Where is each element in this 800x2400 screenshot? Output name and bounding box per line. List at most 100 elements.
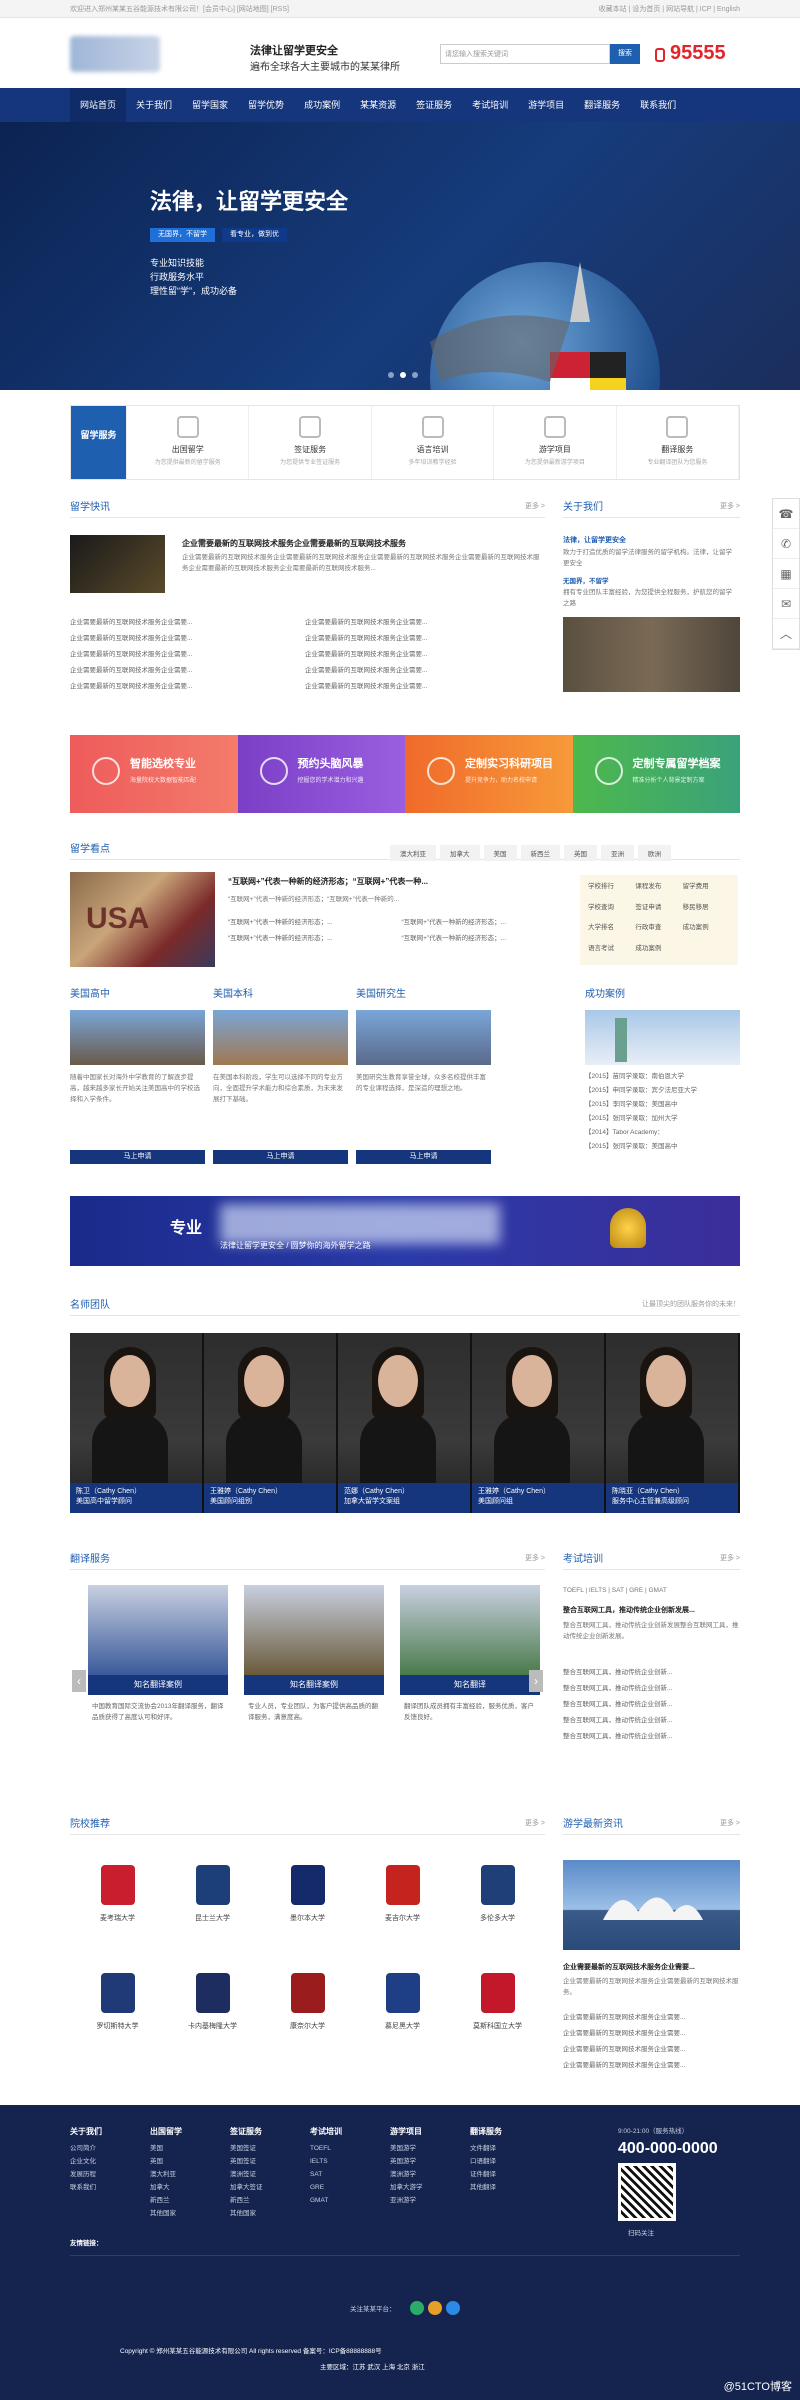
focus-image[interactable]: USA — [70, 872, 215, 967]
latest-photo[interactable] — [563, 1860, 740, 1950]
footer-link[interactable]: 美国签证 — [230, 2142, 263, 2155]
message-icon[interactable]: ✉ — [773, 589, 799, 619]
nav-item[interactable]: 考试培训 — [462, 88, 518, 122]
news-headline[interactable]: 企业需要最新的互联网技术服务企业需要最新的互联网技术服务 — [182, 538, 542, 549]
focus-tag[interactable]: 行政审查 — [635, 920, 682, 941]
footer-link[interactable]: GRE — [310, 2181, 342, 2194]
more-link[interactable]: 更多 > — [525, 1553, 545, 1563]
nav-item[interactable]: 留学国家 — [182, 88, 238, 122]
list-item[interactable]: 整合互联网工具，推动传统企业创新... — [563, 1681, 740, 1697]
focus-headline[interactable]: “互联网+”代表一种新的经济形态；“互联网+”代表一种... — [228, 876, 568, 887]
list-item[interactable]: 企业需要最新的互联网技术服务企业需要... — [70, 647, 300, 663]
focus-tag[interactable]: 成功案例 — [683, 920, 730, 941]
nav-item[interactable]: 游学项目 — [518, 88, 574, 122]
teacher-card[interactable]: 王雅婷（Cathy Chen） 美国顾问组别 — [204, 1333, 338, 1513]
service-main[interactable]: 留学服务 — [71, 406, 127, 479]
list-item[interactable]: 企业需要最新的互联网技术服务企业需要... — [563, 2058, 740, 2074]
list-item[interactable]: 企业需要最新的互联网技术服务企业需要... — [70, 615, 300, 631]
footer-link[interactable]: 英国 — [150, 2155, 182, 2168]
nav-item[interactable]: 关于我们 — [126, 88, 182, 122]
nav-item[interactable]: 成功案例 — [294, 88, 350, 122]
next-arrow-icon[interactable]: › — [529, 1670, 543, 1692]
footer-link[interactable]: 加拿大 — [150, 2181, 182, 2194]
list-item[interactable]: 企业需要最新的互联网技术服务企业需要... — [563, 2026, 740, 2042]
footer-link[interactable]: 口语翻译 — [470, 2155, 502, 2168]
country-tab[interactable]: 欧洲 — [638, 845, 671, 861]
footer-link[interactable]: 美国游学 — [390, 2142, 423, 2155]
footer-link[interactable]: 新西兰 — [150, 2194, 182, 2207]
translation-item[interactable]: 知名翻译案例 专业人员，专业团队，为客户提供高品质的翻译服务，满意度高。 — [244, 1585, 384, 1729]
more-link[interactable]: 更多 > — [525, 501, 545, 511]
list-item[interactable]: 【2015】李同学录取：美国高中 — [585, 1098, 740, 1112]
country-tab[interactable]: 英国 — [564, 845, 597, 861]
feature-card[interactable]: 智能选校专业 海量院校大数据智能匹配 — [70, 735, 238, 813]
more-link[interactable]: 更多 > — [720, 501, 740, 511]
apply-button[interactable]: 马上申请 — [70, 1150, 205, 1164]
nav-item[interactable]: 翻译服务 — [574, 88, 630, 122]
exam-headline[interactable]: 整合互联网工具，推动传统企业创新发展... — [563, 1605, 740, 1615]
focus-tag[interactable]: 学校查询 — [588, 900, 635, 921]
latest-headline[interactable]: 企业需要最新的互联网技术服务企业需要... — [563, 1962, 740, 1972]
focus-tag[interactable]: 学校排行 — [588, 879, 635, 900]
footer-link[interactable]: 美国 — [150, 2142, 182, 2155]
list-item[interactable]: 【2015】苗同学录取：南伯恩大学 — [585, 1070, 740, 1084]
university-item[interactable]: 慕尼黑大学 — [355, 1963, 450, 2071]
focus-tag[interactable]: 课程发布 — [635, 879, 682, 900]
phone-icon[interactable]: ✆ — [773, 529, 799, 559]
university-item[interactable]: 昆士兰大学 — [165, 1855, 260, 1963]
list-item[interactable]: “互联网+”代表一种新的经济形态；... — [228, 931, 395, 947]
qrcode-icon[interactable]: ▦ — [773, 559, 799, 589]
program-photo[interactable] — [213, 1010, 348, 1065]
service-icon[interactable]: ☎ — [773, 499, 799, 529]
nav-item[interactable]: 留学优势 — [238, 88, 294, 122]
apply-button[interactable]: 马上申请 — [356, 1150, 491, 1164]
university-item[interactable]: 多伦多大学 — [450, 1855, 545, 1963]
list-item[interactable]: 【2015】申同学录取：宾夕法尼亚大学 — [585, 1084, 740, 1098]
footer-link[interactable]: 联系我们 — [70, 2181, 102, 2194]
footer-link[interactable]: 加拿大游学 — [390, 2181, 423, 2194]
list-item[interactable]: 企业需要最新的互联网技术服务企业需要... — [305, 663, 545, 679]
list-item[interactable]: “互联网+”代表一种新的经济形态；... — [402, 931, 569, 947]
footer-link[interactable]: 澳洲签证 — [230, 2168, 263, 2181]
footer-link[interactable]: 亚洲游学 — [390, 2194, 423, 2207]
list-item[interactable]: 整合互联网工具，推动传统企业创新... — [563, 1665, 740, 1681]
list-item[interactable]: 企业需要最新的互联网技术服务企业需要... — [305, 679, 545, 695]
list-item[interactable]: 整合互联网工具，推动传统企业创新... — [563, 1713, 740, 1729]
teacher-card[interactable]: 范娜（Cathy Chen） 加拿大留学文案组 — [338, 1333, 472, 1513]
list-item[interactable]: 整合互联网工具，推动传统企业创新... — [563, 1697, 740, 1713]
university-item[interactable]: 莫斯科国立大学 — [450, 1963, 545, 2071]
nav-item[interactable]: 网站首页 — [70, 88, 127, 122]
footer-link[interactable]: GMAT — [310, 2194, 342, 2207]
feature-card[interactable]: 定制实习科研项目 提升竞争力，助力名校申请 — [405, 735, 573, 813]
footer-link[interactable]: 澳洲游学 — [390, 2168, 423, 2181]
footer-link[interactable]: 企业文化 — [70, 2155, 102, 2168]
list-item[interactable]: 【2015】张同学录取：加州大学 — [585, 1112, 740, 1126]
footer-link[interactable]: 澳大利亚 — [150, 2168, 182, 2181]
footer-link[interactable]: 其他国家 — [230, 2207, 263, 2220]
footer-link[interactable]: 其他国家 — [150, 2207, 182, 2220]
more-link[interactable]: 更多 > — [525, 1818, 545, 1828]
footer-link[interactable]: 公司简介 — [70, 2142, 102, 2155]
footer-link[interactable]: 英国游学 — [390, 2155, 423, 2168]
apply-button[interactable]: 马上申请 — [213, 1150, 348, 1164]
country-tab[interactable]: 新西兰 — [520, 845, 560, 861]
feature-card[interactable]: 预约头脑风暴 挖掘您的学术潜力和兴趣 — [237, 735, 405, 813]
back-to-top-icon[interactable]: ︿ — [773, 619, 799, 649]
footer-link[interactable]: 英国签证 — [230, 2155, 263, 2168]
prev-arrow-icon[interactable]: ‹ — [72, 1670, 86, 1692]
service-item[interactable]: 翻译服务 专业翻译团队为您服务 — [617, 406, 740, 479]
footer-link[interactable]: TOEFL — [310, 2142, 342, 2155]
footer-link[interactable]: 其他翻译 — [470, 2181, 502, 2194]
more-link[interactable]: 更多 > — [720, 1818, 740, 1828]
teacher-card[interactable]: 陈晓亚（Cathy Chen） 服务中心主管兼高级顾问 — [606, 1333, 740, 1513]
translation-item[interactable]: 知名翻译案例 中国教育国际交流协会2013年翻译服务，翻译品质获得了高度认可和好评… — [88, 1585, 228, 1729]
service-item[interactable]: 游学项目 为您提供最新游学项目 — [494, 406, 617, 479]
country-tab[interactable]: 加拿大 — [440, 845, 480, 861]
program-photo[interactable] — [70, 1010, 205, 1065]
university-item[interactable]: 麦吉尔大学 — [355, 1855, 450, 1963]
service-item[interactable]: 签证服务 为您提供专业签证服务 — [249, 406, 372, 479]
university-item[interactable]: 卡内基梅隆大学 — [165, 1963, 260, 2071]
focus-tag[interactable]: 移民移居 — [683, 900, 730, 921]
search-button[interactable]: 搜索 — [610, 44, 640, 64]
footer-link[interactable]: SAT — [310, 2168, 342, 2181]
